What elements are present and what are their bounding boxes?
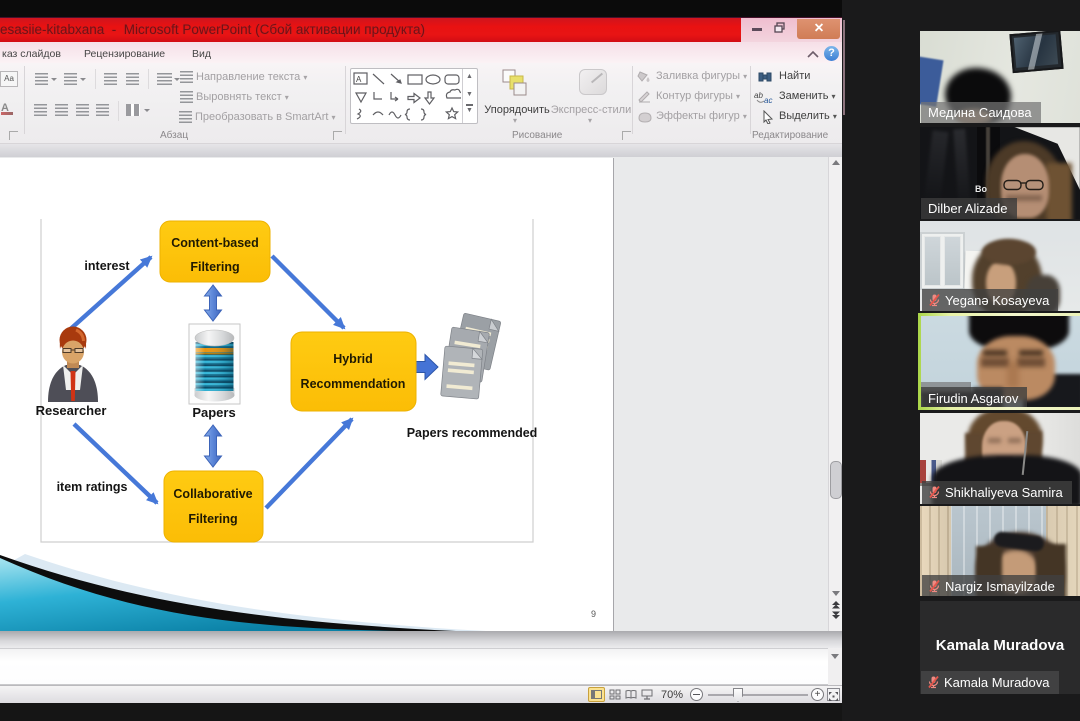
svg-text:Content-based: Content-based <box>171 236 259 250</box>
svg-text:Recommendation: Recommendation <box>301 377 406 391</box>
svg-text:Papers: Papers <box>192 405 235 420</box>
svg-text:Hybrid: Hybrid <box>333 352 373 366</box>
svg-text:Papers recommended: Papers recommended <box>407 426 538 440</box>
svg-text:Researcher: Researcher <box>36 403 107 418</box>
svg-text:interest: interest <box>84 259 130 273</box>
svg-text:Collaborative: Collaborative <box>173 487 252 501</box>
svg-text:A: A <box>356 75 362 84</box>
svg-text:ac: ac <box>764 96 772 104</box>
svg-text:9: 9 <box>591 609 596 619</box>
svg-text:ab: ab <box>754 91 763 100</box>
svg-text:item ratings: item ratings <box>57 480 128 494</box>
svg-text:Filtering: Filtering <box>188 512 237 526</box>
svg-text:Filtering: Filtering <box>190 260 239 274</box>
